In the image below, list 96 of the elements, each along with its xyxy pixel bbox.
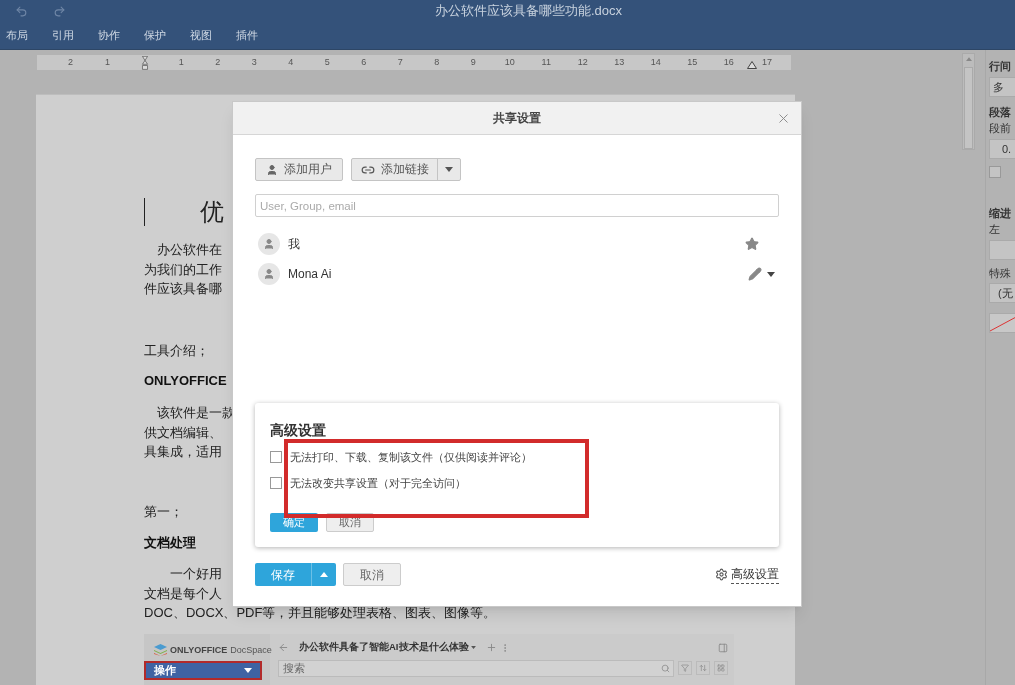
indent-marker-icon[interactable] [140,55,149,70]
caret-icon [320,572,328,577]
user-name: Mona Ai [288,266,332,283]
ruler[interactable]: 2 1 1 2 3 4 5 6 7 8 9 10 11 12 13 14 15 16 17 [37,55,791,70]
undo-icon[interactable] [15,4,28,18]
ruler-number: 15 [686,55,699,69]
ruler-number: 17 [761,55,773,69]
document-text: 为我们的工作 [144,260,222,279]
special-indent-field[interactable]: (无 [989,283,1015,303]
filter-icon[interactable] [678,661,692,675]
ruler-number: 5 [323,55,331,69]
document-text: 文档处理 [144,534,196,552]
add-icon[interactable] [485,642,497,653]
advanced-settings-link[interactable]: 高级设置 [731,565,779,584]
add-user-button[interactable]: 添加用户 [255,158,343,181]
search-field[interactable]: 搜索 [278,659,674,677]
ruler-number: 2 [67,55,74,69]
text-cursor [144,198,145,226]
ruler-number: 1 [104,55,111,69]
document-heading: 优 [200,197,224,227]
document-text: 供文档编辑、 [144,423,222,442]
redo-icon[interactable] [53,4,66,18]
ruler-number: 14 [649,55,662,69]
search-icon [661,663,670,673]
panel-icon[interactable] [718,642,728,653]
ruler-number: 2 [214,55,222,69]
back-icon[interactable] [278,642,289,653]
scrollbar-thumb[interactable] [964,67,973,149]
ruler-number: 11 [540,55,552,69]
checkbox[interactable] [270,451,282,464]
menu-tab[interactable]: 视图 [190,27,212,44]
special-indent-label: 特殊 [989,265,1011,281]
edit-icon[interactable] [748,267,762,281]
logo-brand: ONLYOFFICE [170,643,228,657]
option-label: 无法打印、下载、复制该文件（仅供阅读并评论） [290,450,532,465]
option-label: 无法改变共享设置（对于完全访问） [290,475,466,491]
document-text: 工具介绍； [144,341,209,360]
document-text: 文档是每个人 [144,584,222,603]
document-text: 具集成，适用 [144,443,222,461]
settings-icon[interactable] [715,568,728,581]
border-preview-icon[interactable] [989,313,1015,333]
folder-title[interactable]: 办公软件具备了智能AI技术是什么体验 [299,640,469,655]
scrollbar[interactable] [962,53,975,150]
panel-title: 高级设置 [270,421,326,440]
ruler-number: 7 [396,55,404,69]
window-title: 办公软件应该具备哪些功能.docx [435,2,623,21]
menu-tab[interactable]: 协作 [98,27,120,44]
grid-view-icon[interactable] [714,661,728,675]
save-options-button[interactable] [311,563,336,586]
document-text: 办公软件在 [157,241,222,259]
checkbox[interactable] [270,476,282,489]
logo-icon [154,644,167,657]
paragraph-spacing-label: 段落 [989,104,1011,120]
checkbox[interactable] [989,165,1001,178]
ruler-number: 8 [433,55,441,69]
user-icon [266,163,278,176]
document-text: 一个好用 [170,565,222,583]
dialog-title: 共享设置 [493,110,541,127]
avatar [258,263,280,285]
ruler-number: 4 [287,55,295,69]
user-name: 我 [288,236,300,253]
caret-icon [244,668,252,673]
before-label: 段前 [989,121,1011,136]
ruler-number: 10 [503,55,516,69]
line-spacing-field[interactable]: 多 [989,76,1015,97]
caret-icon [470,646,476,649]
sort-icon[interactable] [696,661,710,675]
left-indent-label: 左 [989,222,1000,237]
ruler-number: 6 [360,55,368,69]
ruler-number: 16 [722,55,735,69]
ruler-number: 3 [250,55,258,69]
document-text: ONLYOFFICE [144,372,227,390]
line-spacing-label: 行间 [989,59,1011,74]
ruler-number: 1 [177,55,185,69]
ruler-number: 12 [576,55,589,69]
menu-tab[interactable]: 保护 [144,27,166,44]
action-button[interactable]: 操作 [144,661,262,680]
ruler-number: 9 [469,55,477,69]
avatar [258,233,280,255]
document-text: 第一； [144,502,183,521]
caret-icon [767,271,775,277]
search-field[interactable]: User, Group, email [255,194,779,217]
cancel-button[interactable]: 取消 [343,563,401,586]
document-text: 件应该具备哪 [144,280,222,298]
logo-product: DocSpace [230,643,272,657]
menu-tab[interactable]: 布局 [6,27,28,44]
menu-tab[interactable]: 插件 [236,27,258,44]
ruler-number: 13 [613,55,626,69]
caret-icon [965,57,972,61]
owner-star-icon [745,237,759,251]
indent-marker-icon[interactable] [747,60,757,69]
caret-icon [445,167,453,172]
indent-label: 缩进 [989,205,1011,221]
document-text: DOC、DOCX、PDF等，并且能够处理表格、图表、图像等。 [144,604,497,622]
menu-tab[interactable]: 引用 [52,27,74,44]
before-field[interactable]: 0. [989,138,1015,159]
